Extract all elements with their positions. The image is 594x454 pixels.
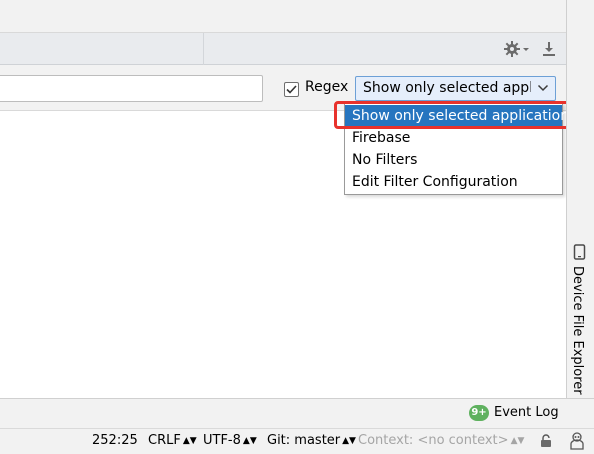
gear-icon[interactable] <box>503 39 533 59</box>
header-divider <box>203 33 204 65</box>
menu-item-no-filters[interactable]: No Filters <box>345 149 562 171</box>
device-file-explorer-tab[interactable]: Device File Explorer <box>567 238 594 395</box>
event-count-badge: 9+ <box>469 405 489 421</box>
device-icon <box>573 244 586 260</box>
logcat-header <box>0 33 566 65</box>
context-widget[interactable]: Context: <no context> ▲▼ <box>358 433 524 448</box>
regex-label: Regex <box>305 79 349 95</box>
highlight-annotation <box>334 101 578 129</box>
filter-select[interactable]: Show only selected application <box>355 76 556 101</box>
menu-item-firebase[interactable]: Firebase <box>345 127 562 149</box>
git-branch-value: Git: master <box>267 433 341 448</box>
search-input[interactable] <box>0 75 263 102</box>
lock-icon[interactable] <box>540 434 552 448</box>
updown-icon: ▲▼ <box>242 436 257 446</box>
device-file-explorer-label: Device File Explorer <box>570 266 585 395</box>
event-log-button[interactable]: Event Log <box>494 405 559 420</box>
regex-checkbox[interactable] <box>284 82 299 97</box>
context-value: Context: <no context> <box>358 433 509 448</box>
menu-item-edit-filter-configuration[interactable]: Edit Filter Configuration <box>345 171 562 193</box>
encoding-widget[interactable]: UTF-8 ▲▼ <box>203 433 257 448</box>
caret-position[interactable]: 252:25 <box>92 433 138 448</box>
updown-icon: ▲▼ <box>510 436 525 446</box>
line-separator-value: CRLF <box>148 433 181 448</box>
inspector-icon[interactable] <box>569 432 585 450</box>
filter-select-value: Show only selected application <box>363 80 531 96</box>
updown-icon: ▲▼ <box>342 436 356 446</box>
encoding-value: UTF-8 <box>203 433 241 448</box>
top-strip <box>0 0 566 33</box>
chevron-down-icon <box>537 84 549 92</box>
line-separator-widget[interactable]: CRLF ▲▼ <box>148 433 197 448</box>
git-branch-widget[interactable]: Git: master ▲▼ <box>267 433 356 448</box>
download-icon[interactable] <box>539 39 559 59</box>
check-icon <box>286 85 297 94</box>
updown-icon: ▲▼ <box>182 436 197 446</box>
